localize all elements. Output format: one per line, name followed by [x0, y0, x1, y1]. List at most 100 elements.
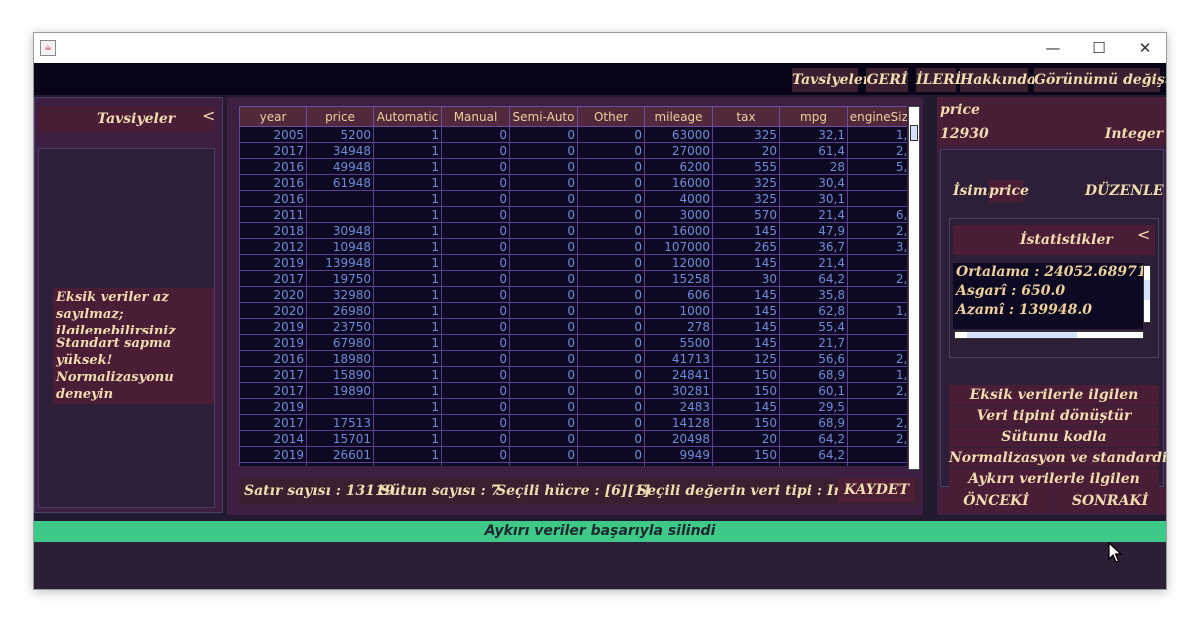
scrollbar-thumb[interactable]: [967, 332, 1077, 338]
table-cell[interactable]: 145: [712, 302, 780, 319]
table-cell[interactable]: 12000: [644, 254, 713, 271]
table-cell[interactable]: 2019: [239, 334, 307, 351]
table-cell[interactable]: 32980: [306, 286, 374, 303]
table-cell[interactable]: 325: [712, 190, 780, 207]
minimize-button[interactable]: —: [1030, 33, 1076, 63]
table-cell[interactable]: [306, 398, 374, 415]
table-cell[interactable]: 28: [779, 158, 848, 175]
table-cell[interactable]: 0: [441, 334, 510, 351]
table-cell[interactable]: 2017: [239, 414, 307, 431]
edit-column-name-button[interactable]: DÜZENLE: [1085, 180, 1164, 202]
table-cell[interactable]: 16000: [644, 222, 713, 239]
table-cell[interactable]: 145: [712, 222, 780, 239]
table-cell[interactable]: 0: [509, 270, 578, 287]
table-cell[interactable]: 4: [847, 190, 907, 207]
table-cell[interactable]: 0: [577, 174, 645, 191]
table-cell[interactable]: 20: [712, 142, 780, 159]
table-cell[interactable]: 67980: [306, 334, 374, 351]
table-cell[interactable]: 2,1: [847, 142, 907, 159]
table-cell[interactable]: 0: [577, 302, 645, 319]
table-cell[interactable]: 0: [577, 318, 645, 335]
column-name-field[interactable]: price: [989, 180, 1029, 202]
table-cell[interactable]: 1: [373, 382, 442, 399]
table-row[interactable]: 20161898010004171312556,62,1: [239, 350, 907, 367]
table-cell[interactable]: 19890: [306, 382, 374, 399]
table-cell[interactable]: 0: [577, 158, 645, 175]
table-cell[interactable]: 1: [373, 142, 442, 159]
table-cell[interactable]: 0: [441, 414, 510, 431]
table-cell[interactable]: 21656: [644, 462, 713, 466]
table-cell[interactable]: 30281: [644, 382, 713, 399]
table-cell[interactable]: 0: [509, 286, 578, 303]
table-cell[interactable]: 2: [847, 286, 907, 303]
table-cell[interactable]: 125: [712, 350, 780, 367]
column-header[interactable]: mpg: [779, 106, 848, 127]
next-column-button[interactable]: SONRAKİ: [1054, 489, 1166, 513]
table-cell[interactable]: 2017: [239, 142, 307, 159]
table-cell[interactable]: 3000: [644, 206, 713, 223]
table-cell[interactable]: 49948: [306, 158, 374, 175]
table-cell[interactable]: 0: [509, 462, 578, 466]
table-cell[interactable]: 0: [509, 302, 578, 319]
table-cell[interactable]: 0: [509, 446, 578, 463]
collapse-recommendations-button[interactable]: <: [202, 106, 215, 125]
table-cell[interactable]: 0: [577, 430, 645, 447]
table-cell[interactable]: 15701: [306, 430, 374, 447]
change-view-menu-button[interactable]: Görünümü değiştir: [1034, 68, 1166, 92]
table-cell[interactable]: 10948: [306, 238, 374, 255]
table-cell[interactable]: 265: [712, 238, 780, 255]
table-cell[interactable]: 5200: [306, 126, 374, 143]
table-cell[interactable]: 2012: [239, 238, 307, 255]
table-cell[interactable]: 2019: [239, 318, 307, 335]
table-cell[interactable]: 64,2: [779, 430, 848, 447]
table-cell[interactable]: 5500: [644, 334, 713, 351]
table-cell[interactable]: 2017: [239, 270, 307, 287]
table-cell[interactable]: 606: [644, 286, 713, 303]
table-cell[interactable]: 145: [712, 318, 780, 335]
table-cell[interactable]: 47,9: [779, 222, 848, 239]
table-cell[interactable]: 1: [373, 302, 442, 319]
table-cell[interactable]: 2014: [239, 430, 307, 447]
table-cell[interactable]: 0: [577, 190, 645, 207]
table-cell[interactable]: 0: [577, 414, 645, 431]
table-cell[interactable]: 32,1: [779, 126, 848, 143]
table-cell[interactable]: 6200: [644, 158, 713, 175]
table-cell[interactable]: 19750: [306, 270, 374, 287]
table-cell[interactable]: 62,8: [779, 302, 848, 319]
table-cell[interactable]: 2018: [239, 222, 307, 239]
table-cell[interactable]: 0: [577, 254, 645, 271]
table-cell[interactable]: 1,5: [847, 302, 907, 319]
table-cell[interactable]: 4000: [644, 190, 713, 207]
table-cell[interactable]: 1: [373, 254, 442, 271]
table-cell[interactable]: 17672: [306, 462, 374, 466]
table-cell[interactable]: 278: [644, 318, 713, 335]
table-cell[interactable]: 2483: [644, 398, 713, 415]
table-cell[interactable]: 60,1: [779, 382, 848, 399]
table-cell[interactable]: 145: [712, 286, 780, 303]
table-cell[interactable]: 0: [509, 414, 578, 431]
table-cell[interactable]: 0: [441, 302, 510, 319]
table-cell[interactable]: 0: [509, 206, 578, 223]
table-cell[interactable]: 0: [509, 334, 578, 351]
table-row[interactable]: 201913994810001200014521,44: [239, 254, 907, 271]
table-cell[interactable]: 68,9: [779, 414, 848, 431]
table-cell[interactable]: [306, 206, 374, 223]
table-cell[interactable]: 2016: [239, 190, 307, 207]
table-cell[interactable]: 0: [577, 238, 645, 255]
table-cell[interactable]: 0: [577, 270, 645, 287]
table-cell[interactable]: 14128: [644, 414, 713, 431]
table-cell[interactable]: 0: [577, 286, 645, 303]
std-dev-hint[interactable]: Standart sapma yüksek! Normalizasyonu de…: [53, 334, 214, 404]
table-cell[interactable]: 0: [577, 222, 645, 239]
table-cell[interactable]: 0: [509, 142, 578, 159]
column-header[interactable]: mileage: [644, 106, 713, 127]
table-cell[interactable]: 0: [509, 366, 578, 383]
save-button[interactable]: KAYDET: [838, 478, 915, 502]
column-header[interactable]: year: [239, 106, 307, 127]
table-cell[interactable]: 4: [847, 174, 907, 191]
scrollbar-thumb[interactable]: [1144, 280, 1150, 300]
table-cell[interactable]: 0: [509, 398, 578, 415]
table-cell[interactable]: 30,4: [779, 174, 848, 191]
table-cell[interactable]: 2017: [239, 366, 307, 383]
table-cell[interactable]: 1000: [644, 302, 713, 319]
